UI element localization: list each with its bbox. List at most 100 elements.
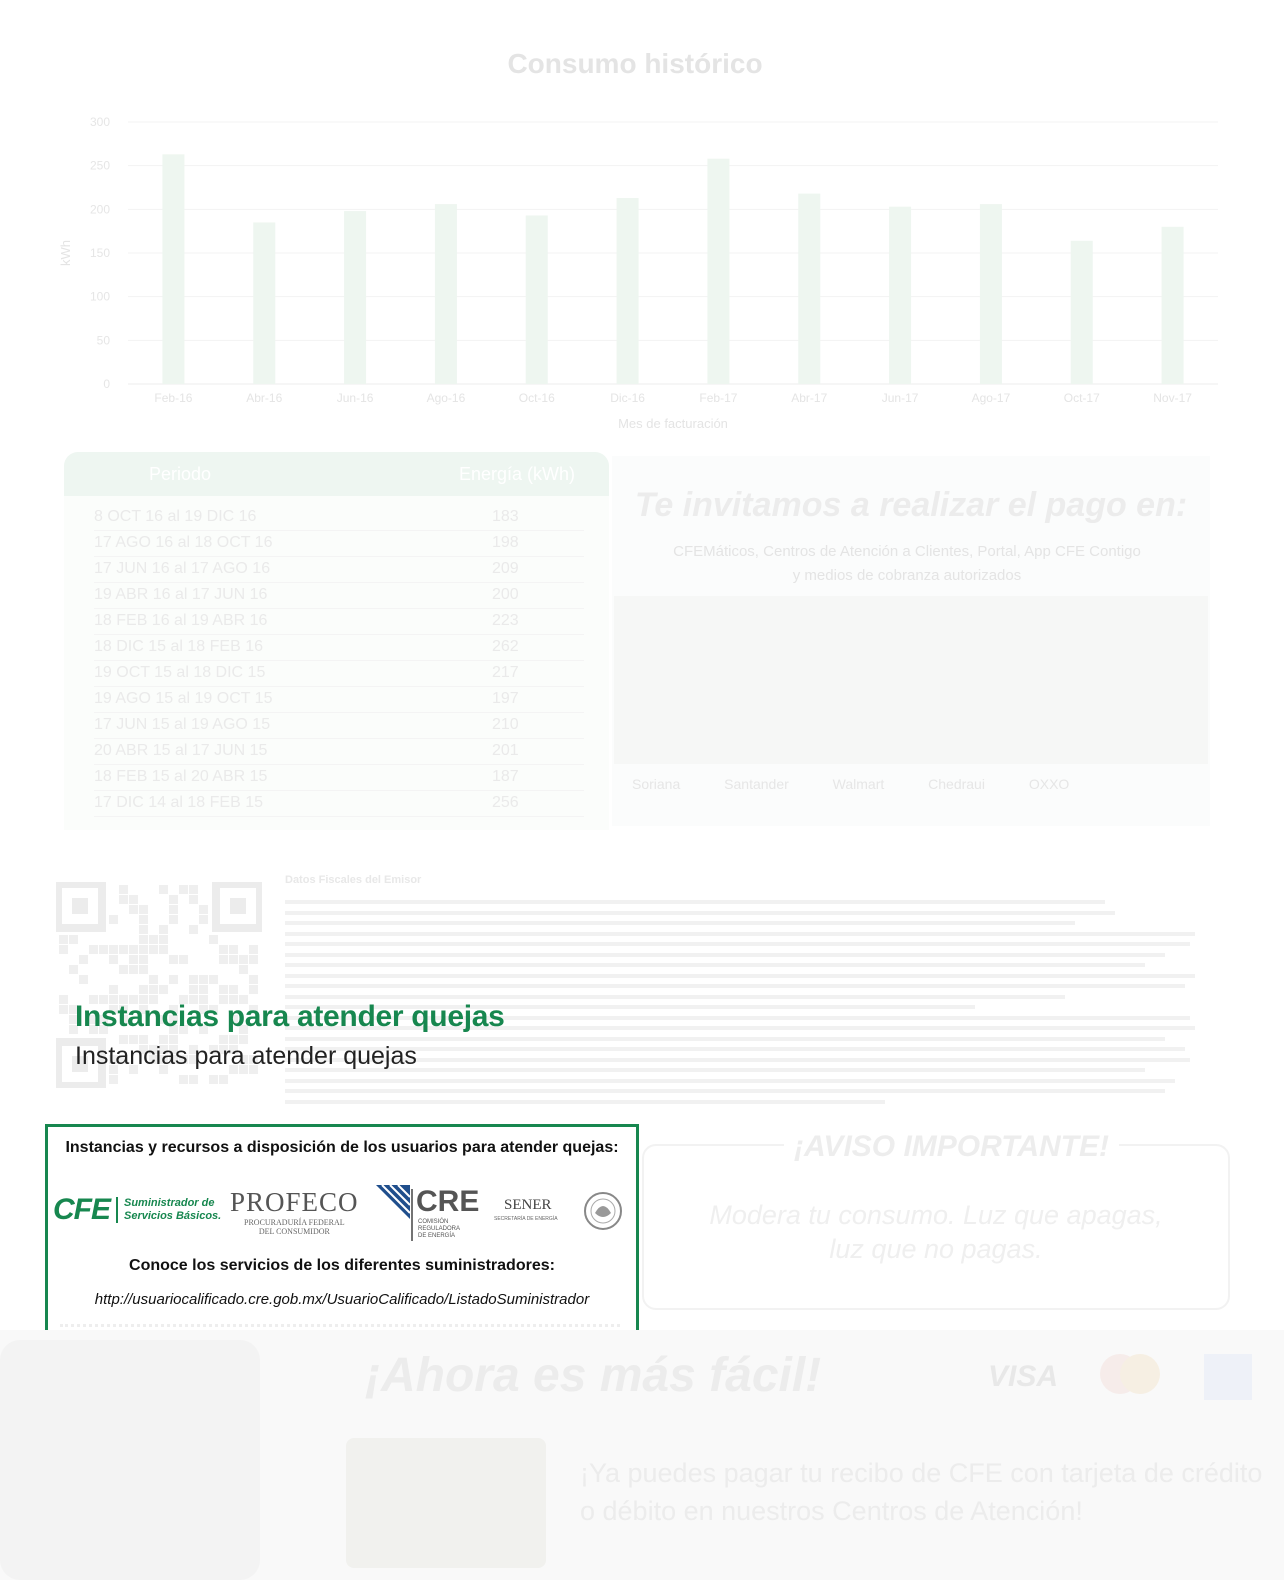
bar <box>253 222 276 384</box>
qr-module <box>209 975 218 984</box>
cre-logo-subtitle: COMISIÓN REGULADORA DE ENERGÍA <box>418 1219 460 1240</box>
fiscal-text-line <box>285 1089 1165 1093</box>
qr-module <box>149 985 158 994</box>
sener-logo-subtitle: SECRETARÍA DE ENERGÍA <box>494 1216 558 1222</box>
notice-line: luz que no pagas. <box>829 1234 1043 1264</box>
y-tick-label: 100 <box>90 290 110 304</box>
qr-module <box>229 945 238 954</box>
qr-module <box>79 955 88 964</box>
table-cell-period: 17 JUN 16 al 17 AGO 16 <box>94 560 271 577</box>
bar <box>979 204 1002 384</box>
table-row: 18 FEB 15 al 20 ABR 15 187 <box>94 764 584 791</box>
x-tick-label: Dic-16 <box>610 391 645 405</box>
qr-module <box>169 895 178 904</box>
qr-module <box>59 1005 68 1014</box>
qr-module <box>199 985 208 994</box>
complaints-intro: Instancias y recursos a disposición de l… <box>65 1139 619 1156</box>
table-cell-energy: 200 <box>492 586 519 603</box>
table-cell-energy: 198 <box>492 534 519 551</box>
fiscal-text-line <box>285 921 1075 925</box>
y-tick-label: 0 <box>103 377 110 391</box>
qr-module <box>199 915 208 924</box>
table-row: 19 ABR 16 al 17 JUN 16 200 <box>94 582 584 609</box>
qr-module <box>179 955 188 964</box>
cfe-logo-subtitle: Suministrador de Servicios Básicos. <box>116 1197 221 1223</box>
fiscal-text-line <box>285 1057 1190 1062</box>
cre-subtitle-line: COMISIÓN <box>418 1219 449 1225</box>
section-heading: Instancias para atender quejas <box>75 1000 505 1033</box>
x-tick-label: Ago-17 <box>972 391 1011 405</box>
qr-module <box>199 975 208 984</box>
qr-module <box>209 1075 218 1084</box>
qr-module <box>159 935 168 944</box>
bar <box>1070 240 1093 384</box>
qr-module <box>79 975 88 984</box>
fiscal-text-line <box>285 931 1195 936</box>
qr-module <box>179 1075 188 1084</box>
table-header-energy: Energía (kWh) <box>459 464 576 484</box>
table-row: 17 AGO 16 al 18 OCT 16 198 <box>94 530 584 557</box>
qr-module <box>139 965 148 974</box>
table-row: 18 DIC 15 al 18 FEB 16 262 <box>94 634 584 661</box>
qr-module <box>139 915 148 924</box>
qr-module <box>239 955 248 964</box>
qr-module <box>159 885 168 894</box>
qr-module <box>149 935 158 944</box>
bar <box>162 154 185 384</box>
bar <box>889 206 912 384</box>
profeco-subtitle-line: DEL CONSUMIDOR <box>258 1227 330 1236</box>
notice-line: Modera tu consumo. Luz que apagas, <box>709 1200 1163 1230</box>
bar <box>1161 226 1184 384</box>
qr-module <box>109 945 118 954</box>
table-cell-energy: 217 <box>492 664 519 681</box>
notice-text: Modera tu consumo. Luz que apagas, luz q… <box>644 1198 1228 1266</box>
qr-module <box>139 925 148 934</box>
suppliers-link[interactable]: http://usuariocalificado.cre.gob.mx/Usua… <box>48 1291 636 1308</box>
cfe-subtitle-line: Suministrador de <box>124 1197 215 1209</box>
table-header-period: Periodo <box>149 464 212 484</box>
table-cell-period: 17 DIC 14 al 18 FEB 15 <box>94 794 263 811</box>
qr-module <box>219 945 228 954</box>
profeco-logo: PROFECO <box>230 1187 359 1217</box>
bar <box>434 204 457 384</box>
qr-module <box>169 905 178 914</box>
profeco-logo-subtitle: PROCURADURÍA FEDERAL DEL CONSUMIDOR <box>244 1218 345 1236</box>
payment-terminal-image <box>0 1340 260 1580</box>
qr-module <box>129 965 138 974</box>
qr-module <box>189 1075 198 1084</box>
visa-logo: VISA <box>988 1360 1059 1393</box>
table-row: 17 JUN 16 al 17 AGO 16 209 <box>94 556 584 583</box>
qr-module <box>189 925 198 934</box>
y-tick-label: 50 <box>97 333 111 347</box>
table-row: 20 ABR 15 al 17 JUN 15 201 <box>94 738 584 765</box>
cre-subtitle-line: DE ENERGÍA <box>418 1233 456 1239</box>
qr-module <box>239 965 248 974</box>
table-cell-energy: 210 <box>492 716 519 733</box>
table-cell-period: 17 JUN 15 al 19 AGO 15 <box>94 716 271 733</box>
footer-text: ¡Ya puedes pagar tu recibo de CFE con ta… <box>580 1454 1262 1530</box>
table-cell-energy: 183 <box>492 508 519 525</box>
qr-module <box>139 935 148 944</box>
x-axis-label: Mes de facturación <box>618 416 728 431</box>
qr-module <box>109 955 118 964</box>
x-tick-label: Nov-17 <box>1153 391 1192 405</box>
x-tick-label: Abr-17 <box>791 391 827 405</box>
fiscal-text-line <box>285 1078 1175 1083</box>
fiscal-text-line <box>285 994 1065 999</box>
table-row: 18 FEB 16 al 19 ABR 16 223 <box>94 608 584 635</box>
table-cell-period: 19 ABR 16 al 17 JUN 16 <box>94 586 268 603</box>
payment-text: CFEMáticos, Centros de Atención a Client… <box>673 543 1141 584</box>
cfe-subtitle-line: Servicios Básicos. <box>124 1210 222 1222</box>
qr-module <box>139 945 148 954</box>
bar <box>344 211 367 384</box>
qr-module <box>219 985 228 994</box>
qr-module <box>69 935 78 944</box>
important-notice: ¡AVISO IMPORTANTE! Modera tu consumo. Lu… <box>642 1130 1230 1310</box>
dotted-divider <box>60 1324 620 1327</box>
mexico-seal-icon <box>584 1192 622 1230</box>
qr-module <box>129 905 138 914</box>
x-tick-label: Ago-16 <box>427 391 466 405</box>
qr-module <box>59 935 68 944</box>
complaints-box: Instancias y recursos a disposición de l… <box>45 1124 639 1344</box>
table-row: 17 JUN 15 al 19 AGO 15 210 <box>94 712 584 739</box>
